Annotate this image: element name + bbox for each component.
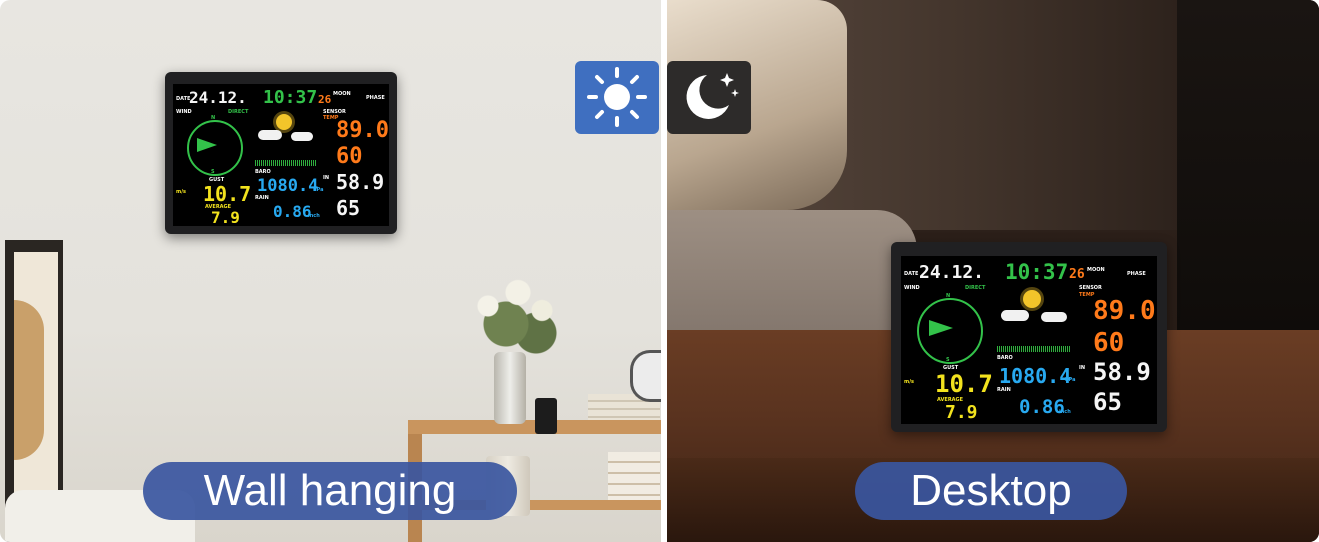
weather-grass: [997, 346, 1071, 352]
phase-label: PHASE: [1127, 271, 1146, 277]
baro-label: BARO: [997, 355, 1013, 361]
glass-vase: [494, 352, 526, 424]
night-mode-button[interactable]: [667, 61, 751, 134]
rain-unit: inch: [1059, 409, 1071, 415]
moon-label: MOON: [333, 91, 351, 97]
weather-sun-icon: [276, 114, 292, 130]
out-hum-value: 60: [1093, 328, 1125, 358]
date-value: 24.12.: [189, 88, 247, 107]
weather-cloud-icon: [1001, 310, 1029, 321]
station-screen-desk: DATE 24.12. 10:37 26 MOON PHASE WIND DIR…: [901, 256, 1157, 424]
desktop-scene: DATE 24.12. 10:37 26 MOON PHASE WIND DIR…: [667, 0, 1319, 542]
dark-window: [1177, 0, 1319, 330]
weather-station-wall: DATE 24.12. 10:37 26 MOON PHASE WIND DIR…: [165, 72, 397, 234]
rain-label: RAIN: [255, 195, 269, 201]
wind-label: WIND: [904, 285, 920, 291]
compass-n: N: [946, 293, 951, 299]
compass-n: N: [211, 115, 216, 121]
moon-label: MOON: [1087, 267, 1105, 273]
wall-hanging-label: Wall hanging: [143, 462, 517, 520]
rain-value: 0.86: [1019, 396, 1065, 418]
gust-value: 10.7: [935, 370, 993, 398]
weather-cloud-icon-2: [1041, 312, 1067, 322]
in-temp-value: 58.9: [1093, 358, 1151, 386]
compass-s: S: [946, 357, 950, 363]
picture-art: [14, 300, 44, 460]
wind-label: WIND: [176, 109, 192, 115]
out-hum-value: 60: [336, 144, 363, 169]
ms-label: m/s: [904, 379, 915, 385]
average-value: 7.9: [945, 402, 978, 423]
in-hum-value: 65: [1093, 388, 1122, 416]
desktop-label: Desktop: [855, 462, 1127, 520]
weather-cloud-icon: [258, 130, 282, 140]
ms-label: m/s: [176, 189, 187, 195]
desk-clock: [630, 350, 661, 402]
rain-unit: inch: [308, 213, 320, 219]
compass-s: S: [211, 169, 215, 175]
out-temp-value: 89.0: [336, 118, 389, 143]
in-label: IN: [323, 175, 330, 181]
flowers: [452, 270, 572, 360]
weather-sun-icon: [1023, 290, 1041, 308]
rain-value: 0.86: [273, 202, 312, 221]
direct-label: DIRECT: [228, 109, 249, 115]
out-temp-value: 89.0: [1093, 296, 1156, 326]
time-value: 10:37: [1005, 260, 1069, 284]
baro-unit: hPa: [313, 187, 324, 193]
average-value: 7.9: [211, 208, 240, 226]
direct-label: DIRECT: [965, 285, 986, 291]
phase-label: PHASE: [366, 95, 385, 101]
baro-label: BARO: [255, 169, 271, 175]
candle: [535, 398, 557, 434]
station-screen: DATE 24.12. 10:37 26 MOON PHASE WIND DIR…: [173, 84, 389, 226]
day-value: 26: [318, 93, 332, 106]
date-value: 24.12.: [919, 262, 985, 283]
day-mode-button[interactable]: [575, 61, 659, 134]
in-hum-value: 65: [336, 196, 361, 220]
weather-cloud-icon-2: [291, 132, 313, 141]
sensor-label: SENSOR: [1079, 285, 1102, 291]
weather-station-desk: DATE 24.12. 10:37 26 MOON PHASE WIND DIR…: [891, 242, 1167, 432]
books-stack-lower: [608, 452, 660, 500]
wall-scene: DATE 24.12. 10:37 26 MOON PHASE WIND DIR…: [0, 0, 661, 542]
sun-icon: [587, 67, 647, 127]
moon-icon: [686, 73, 739, 119]
gust-value: 10.7: [203, 182, 252, 206]
compass-needle: [929, 320, 953, 336]
compass-needle: [197, 138, 217, 152]
weather-grass: [255, 160, 317, 166]
time-value: 10:37: [263, 87, 318, 108]
in-label: IN: [1079, 365, 1086, 371]
baro-unit: hPa: [1065, 377, 1076, 383]
rain-label: RAIN: [997, 387, 1011, 393]
baro-value: 1080.4: [999, 364, 1072, 388]
day-value: 26: [1069, 267, 1085, 282]
date-label: DATE: [904, 271, 919, 277]
in-temp-value: 58.9: [336, 170, 385, 194]
baro-value: 1080.4: [257, 176, 319, 196]
